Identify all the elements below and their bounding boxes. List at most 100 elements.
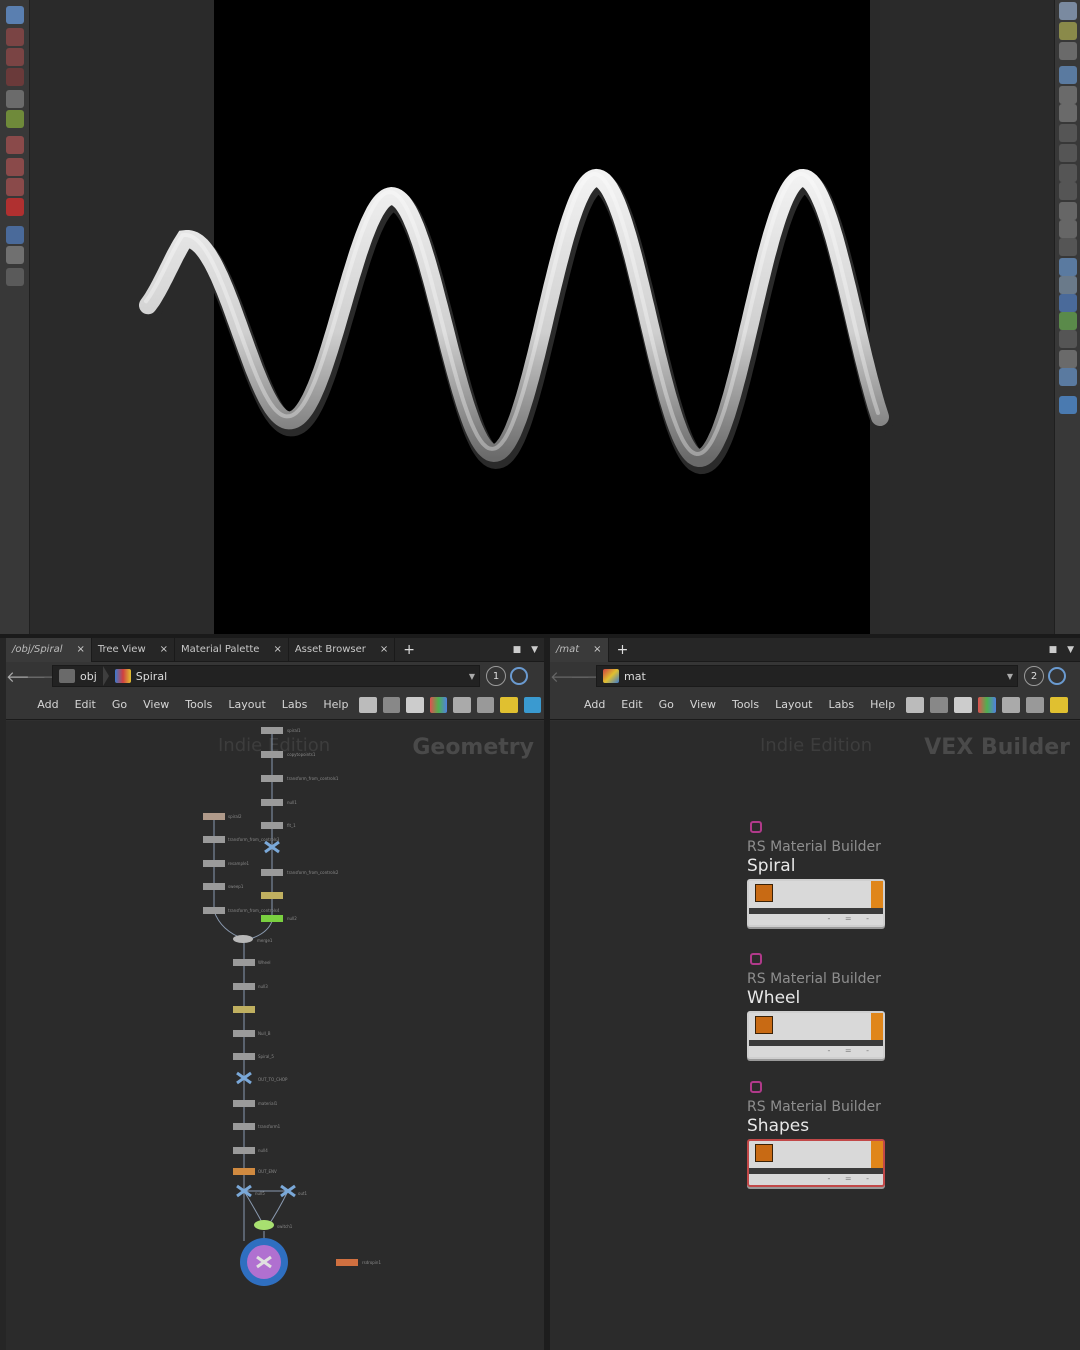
menu-go[interactable]: Go	[651, 698, 682, 711]
chevron-down-icon[interactable]: ▼	[1067, 645, 1074, 655]
pin-icon[interactable]	[1048, 667, 1066, 685]
add-tab-icon[interactable]: +	[395, 642, 423, 658]
maximize-icon[interactable]: ■	[513, 645, 522, 655]
material-node-spiral[interactable]: RS Material Builder Spiral - = -	[747, 821, 887, 927]
normals-icon[interactable]	[1059, 144, 1077, 162]
vector-icon[interactable]	[1059, 330, 1077, 348]
safe-area-icon[interactable]	[1059, 350, 1077, 368]
color-palette-icon[interactable]	[978, 696, 997, 713]
tab-material-palette[interactable]: Material Palette ×	[175, 637, 289, 662]
forward-arrow-icon[interactable]: 🡒	[26, 667, 66, 686]
point-icon[interactable]	[1059, 124, 1077, 142]
close-icon[interactable]: ×	[76, 644, 84, 655]
node-body[interactable]: - = -	[747, 1139, 885, 1187]
tree-layout-icon[interactable]	[930, 696, 949, 713]
close-icon[interactable]: ×	[160, 644, 168, 655]
guide-icon[interactable]	[1059, 312, 1077, 330]
tab-mat[interactable]: /mat ×	[550, 637, 609, 662]
menu-help[interactable]: Help	[862, 698, 903, 711]
sticky-tool-icon[interactable]	[6, 226, 24, 244]
grid-view-icon[interactable]	[1002, 696, 1021, 713]
template-icon[interactable]	[1059, 220, 1077, 238]
path-field[interactable]: obj Spiral ▼	[52, 665, 480, 687]
menu-labs[interactable]: Labs	[821, 698, 863, 711]
node-body[interactable]: - = -	[747, 1011, 885, 1059]
tab-obj-spiral[interactable]: /obj/Spiral ×	[6, 637, 92, 662]
menu-add[interactable]: Add	[29, 698, 66, 711]
menu-add[interactable]: Add	[576, 698, 613, 711]
light-icon-2[interactable]	[1059, 42, 1077, 60]
pane-link-button[interactable]: 1	[486, 666, 506, 686]
pane-link-button[interactable]: 2	[1024, 666, 1044, 686]
bounds-icon[interactable]	[1059, 238, 1077, 256]
node-name-label[interactable]: Spiral	[747, 856, 887, 876]
camera-view-icon[interactable]	[1059, 66, 1077, 84]
grid-view-icon[interactable]	[453, 696, 471, 713]
node-flag[interactable]	[871, 1141, 883, 1168]
node-flag[interactable]	[871, 881, 883, 908]
lock-icon[interactable]	[6, 6, 24, 24]
pose-tool-icon[interactable]	[6, 90, 24, 108]
pin-icon[interactable]	[510, 667, 528, 685]
material-node-shapes[interactable]: RS Material Builder Shapes - = -	[747, 1081, 887, 1187]
menu-view[interactable]: View	[135, 698, 177, 711]
add-tab-icon[interactable]: +	[609, 642, 637, 658]
back-arrow-icon[interactable]: 🡐	[550, 667, 590, 686]
node-name-label[interactable]: Shapes	[747, 1116, 887, 1136]
network-editor-vex[interactable]: Indie Edition VEX Builder RS Material Bu…	[550, 721, 1080, 1350]
wire-icon[interactable]	[1059, 104, 1077, 122]
forward-arrow-icon[interactable]: 🡒	[570, 667, 610, 686]
material-node-wheel[interactable]: RS Material Builder Wheel - = -	[747, 953, 887, 1059]
rotate-tool-icon[interactable]	[6, 68, 24, 86]
network-box-icon[interactable]	[523, 696, 542, 713]
light-icon[interactable]	[1059, 22, 1077, 40]
wrench-icon[interactable]	[359, 696, 377, 713]
image-icon[interactable]	[1026, 696, 1045, 713]
color-palette-icon[interactable]	[429, 696, 448, 713]
menu-labs[interactable]: Labs	[274, 698, 316, 711]
menu-layout[interactable]: Layout	[220, 698, 273, 711]
tree-layout-icon[interactable]	[382, 696, 401, 713]
image-icon[interactable]	[476, 696, 495, 713]
close-icon[interactable]: ×	[380, 644, 388, 655]
find-tool-icon[interactable]	[6, 246, 24, 264]
move-tool-icon[interactable]	[6, 48, 24, 66]
grid-icon[interactable]	[1059, 276, 1077, 294]
display-options-icon[interactable]	[1059, 2, 1077, 20]
background-icon[interactable]	[1059, 258, 1077, 276]
render-region-icon[interactable]	[1059, 396, 1077, 414]
edge-icon[interactable]	[1059, 164, 1077, 182]
node-name-label[interactable]: Wheel	[747, 988, 887, 1008]
node-flag[interactable]	[871, 1013, 883, 1040]
close-icon[interactable]: ×	[273, 644, 281, 655]
handle-tool-icon[interactable]	[6, 110, 24, 128]
list-icon[interactable]	[406, 696, 424, 713]
breadcrumb-obj[interactable]: obj	[53, 666, 103, 686]
path-dropdown-icon[interactable]: ▼	[1007, 672, 1017, 681]
path-field[interactable]: mat ▼	[596, 665, 1018, 687]
breadcrumb-spiral[interactable]: Spiral	[109, 666, 173, 686]
sticky-note-icon[interactable]	[1050, 696, 1069, 713]
path-dropdown-icon[interactable]: ▼	[469, 672, 479, 681]
node-body[interactable]: - = -	[747, 879, 885, 927]
list-icon[interactable]	[954, 696, 973, 713]
camera-tool-icon[interactable]	[6, 268, 24, 286]
scene-viewport[interactable]	[0, 0, 1080, 634]
shading-icon[interactable]	[1059, 86, 1077, 104]
magnet-icon[interactable]	[6, 198, 24, 216]
tab-tree-view[interactable]: Tree View ×	[92, 637, 176, 662]
menu-edit[interactable]: Edit	[67, 698, 104, 711]
menu-view[interactable]: View	[682, 698, 724, 711]
chevron-down-icon[interactable]: ▼	[531, 645, 538, 655]
tab-asset-browser[interactable]: Asset Browser ×	[289, 637, 396, 662]
close-icon[interactable]: ×	[593, 644, 601, 655]
ghost-icon[interactable]	[1059, 202, 1077, 220]
back-arrow-icon[interactable]: 🡐	[6, 667, 46, 686]
wrench-icon[interactable]	[906, 696, 925, 713]
view-tool-icon[interactable]	[6, 136, 24, 154]
select-tool-icon[interactable]	[6, 28, 24, 46]
sticky-note-icon[interactable]	[500, 696, 518, 713]
maximize-icon[interactable]: ■	[1049, 645, 1058, 655]
menu-go[interactable]: Go	[104, 698, 135, 711]
menu-tools[interactable]: Tools	[177, 698, 220, 711]
